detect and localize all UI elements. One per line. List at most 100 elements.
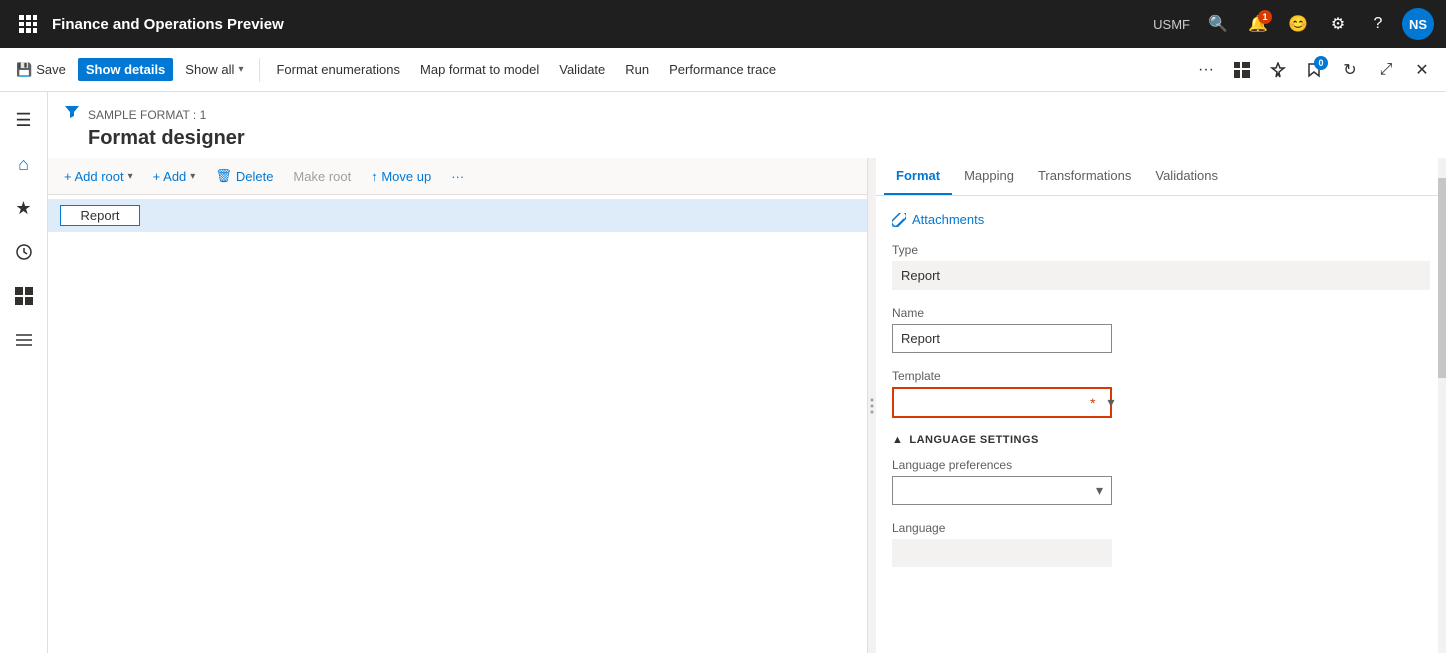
- language-preferences-field-group: Language preferences ▾: [892, 458, 1430, 505]
- show-all-dropdown-arrow: ▾: [238, 64, 243, 75]
- sidebar: ☰ ⌂ ★: [0, 92, 48, 653]
- delete-icon: 🗑: [215, 168, 232, 184]
- add-root-button[interactable]: + Add root ▾: [56, 165, 141, 188]
- tree-item-report[interactable]: Report: [48, 199, 867, 232]
- props-panel: Format Mapping Transformations Validatio…: [876, 158, 1446, 653]
- sidebar-modules-icon[interactable]: [4, 320, 44, 360]
- make-root-button[interactable]: Make root: [285, 165, 359, 188]
- tree-toolbar: + Add root ▾ + Add ▾ 🗑 Delete Make root: [48, 158, 867, 195]
- language-preferences-input[interactable]: [893, 477, 1088, 504]
- tree-item-label: Report: [60, 205, 140, 226]
- language-preferences-arrow[interactable]: ▾: [1088, 482, 1111, 499]
- bookmark-icon[interactable]: 0: [1298, 54, 1330, 86]
- tab-validations-label: Validations: [1155, 168, 1218, 183]
- template-dropdown[interactable]: * ▾: [892, 387, 1112, 418]
- add-root-label: + Add root: [64, 169, 124, 184]
- attachments-label: Attachments: [912, 212, 984, 227]
- make-root-label: Make root: [293, 169, 351, 184]
- sidebar-home-icon[interactable]: ⌂: [4, 144, 44, 184]
- name-field-input[interactable]: [892, 324, 1112, 353]
- format-enumerations-button[interactable]: Format enumerations: [268, 58, 408, 81]
- format-enumerations-label: Format enumerations: [276, 62, 400, 77]
- save-label: Save: [36, 62, 66, 77]
- run-button[interactable]: Run: [617, 58, 657, 81]
- language-field-group: Language: [892, 521, 1430, 567]
- layout-icon[interactable]: [1226, 54, 1258, 86]
- validate-button[interactable]: Validate: [551, 58, 613, 81]
- tab-format-label: Format: [896, 168, 940, 183]
- map-format-to-model-label: Map format to model: [420, 62, 539, 77]
- filter-icon[interactable]: [64, 104, 80, 125]
- face-icon[interactable]: 😊: [1282, 8, 1314, 40]
- show-details-button[interactable]: Show details: [78, 58, 173, 81]
- tab-transformations-label: Transformations: [1038, 168, 1131, 183]
- panel-divider[interactable]: [868, 158, 876, 653]
- notification-icon[interactable]: 🔔 1: [1242, 8, 1274, 40]
- page-subtitle: SAMPLE FORMAT : 1: [88, 108, 206, 122]
- designer-area: + Add root ▾ + Add ▾ 🗑 Delete Make root: [48, 158, 1446, 653]
- pin-icon[interactable]: [1262, 54, 1294, 86]
- move-up-label: ↑ Move up: [371, 169, 431, 184]
- template-input[interactable]: [894, 389, 1086, 416]
- show-all-button[interactable]: Show all ▾: [177, 58, 251, 81]
- scrollbar-thumb: [1438, 178, 1446, 378]
- name-field-label: Name: [892, 306, 1430, 320]
- validate-label: Validate: [559, 62, 605, 77]
- help-icon[interactable]: ?: [1362, 8, 1394, 40]
- search-icon[interactable]: 🔍: [1202, 8, 1234, 40]
- name-field-group: Name: [892, 306, 1430, 353]
- settings-icon[interactable]: ⚙: [1322, 8, 1354, 40]
- section-collapse-icon: ▲: [892, 434, 903, 446]
- delete-label: Delete: [236, 169, 274, 184]
- org-label: USMF: [1153, 17, 1190, 32]
- performance-trace-label: Performance trace: [669, 62, 776, 77]
- sidebar-recent-icon[interactable]: [4, 232, 44, 272]
- save-button[interactable]: 💾 Save: [8, 58, 74, 82]
- add-button[interactable]: + Add ▾: [145, 165, 204, 188]
- sidebar-menu-icon[interactable]: ☰: [4, 100, 44, 140]
- tree-content: Report: [48, 195, 867, 653]
- performance-trace-button[interactable]: Performance trace: [661, 58, 784, 81]
- attachments-link[interactable]: Attachments: [892, 212, 1430, 227]
- open-new-icon[interactable]: ⤢: [1370, 54, 1402, 86]
- right-scrollbar[interactable]: [1438, 158, 1446, 653]
- refresh-icon[interactable]: ↻: [1334, 54, 1366, 86]
- add-root-arrow: ▾: [128, 171, 133, 182]
- template-dropdown-arrow[interactable]: ▾: [1099, 394, 1122, 411]
- tab-mapping[interactable]: Mapping: [952, 158, 1026, 195]
- move-up-button[interactable]: ↑ Move up: [363, 165, 439, 188]
- show-all-label: Show all: [185, 62, 234, 77]
- language-settings-label: LANGUAGE SETTINGS: [909, 434, 1039, 446]
- sidebar-favorites-icon[interactable]: ★: [4, 188, 44, 228]
- add-label: + Add: [153, 169, 187, 184]
- template-field-group: Template * ▾: [892, 369, 1430, 418]
- more-options-button[interactable]: ···: [1190, 54, 1222, 86]
- type-field-label: Type: [892, 243, 1430, 257]
- command-bar: 💾 Save Show details Show all ▾ Format en…: [0, 48, 1446, 92]
- command-bar-right: ··· 0 ↻ ⤢ ✕: [1190, 54, 1438, 86]
- run-label: Run: [625, 62, 649, 77]
- page-title: Format designer: [64, 127, 1430, 150]
- language-label: Language: [892, 521, 1430, 535]
- avatar[interactable]: NS: [1402, 8, 1434, 40]
- tab-validations[interactable]: Validations: [1143, 158, 1230, 195]
- language-preferences-dropdown[interactable]: ▾: [892, 476, 1112, 505]
- type-field-value: Report: [892, 261, 1430, 290]
- bookmark-badge: 0: [1314, 56, 1328, 70]
- tab-format[interactable]: Format: [884, 158, 952, 195]
- type-field-group: Type Report: [892, 243, 1430, 290]
- close-icon[interactable]: ✕: [1406, 54, 1438, 86]
- template-field-label: Template: [892, 369, 1430, 383]
- delete-button[interactable]: 🗑 Delete: [207, 164, 281, 188]
- tree-more-button[interactable]: ···: [443, 165, 472, 188]
- title-bar: Finance and Operations Preview USMF 🔍 🔔 …: [0, 0, 1446, 48]
- tab-transformations[interactable]: Transformations: [1026, 158, 1143, 195]
- language-settings-section[interactable]: ▲ LANGUAGE SETTINGS: [892, 434, 1430, 446]
- sidebar-workspaces-icon[interactable]: [4, 276, 44, 316]
- main-layout: ☰ ⌂ ★: [0, 92, 1446, 653]
- save-icon: 💾: [16, 62, 32, 78]
- tree-panel: + Add root ▾ + Add ▾ 🗑 Delete Make root: [48, 158, 868, 653]
- app-grid-icon[interactable]: [12, 8, 44, 40]
- map-format-to-model-button[interactable]: Map format to model: [412, 58, 547, 81]
- content-area: SAMPLE FORMAT : 1 Format designer + Add …: [48, 92, 1446, 653]
